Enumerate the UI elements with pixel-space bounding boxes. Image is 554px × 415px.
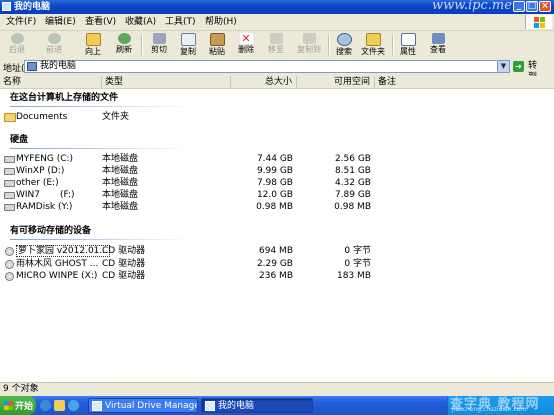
- column-total-size[interactable]: 总大小: [230, 76, 297, 88]
- copy-to-button[interactable]: 复制到: [292, 32, 326, 57]
- taskbar: 开始 Virtual Drive Manager ... 我的电脑 查字典 教程…: [0, 396, 554, 415]
- start-button[interactable]: 开始: [0, 396, 36, 415]
- refresh-icon: [117, 33, 131, 44]
- toolbar: 后退 前进 向上 刷新 剪切 复制 粘贴 ✕ 删除 移至 复制到 搜索 文件夹 …: [0, 31, 554, 59]
- scissors-icon: [152, 33, 166, 44]
- copy-to-icon: [302, 33, 316, 44]
- list-item[interactable]: MICRO WINPE (X:) CD 驱动器 236 MB 183 MB: [0, 271, 554, 282]
- taskbar-item-virtual-drive-manager[interactable]: Virtual Drive Manager ...: [88, 398, 198, 413]
- menu-favorites[interactable]: 收藏(A): [125, 16, 156, 28]
- list-item[interactable]: MYFENG (C:) 本地磁盘 7.44 GB 2.56 GB: [0, 154, 554, 165]
- list-item[interactable]: WIN7 (F:) 本地磁盘 12.0 GB 7.89 GB: [0, 190, 554, 201]
- title-bar[interactable]: 我的电脑 www.ipc.me _ □ ×: [0, 0, 554, 14]
- toolbar-separator: [141, 35, 143, 55]
- window-title: 我的电脑: [14, 2, 51, 12]
- maximize-button[interactable]: □: [526, 1, 538, 12]
- list-item[interactable]: Documents 文件夹: [0, 112, 554, 123]
- folder-up-icon: [85, 33, 101, 46]
- tray-watermark-url: jiaocheng.chazidian.com: [452, 406, 527, 413]
- hard-drive-icon: [4, 180, 15, 187]
- clipboard-icon: [209, 33, 225, 46]
- toolbar-separator: [392, 35, 394, 55]
- menu-view[interactable]: 查看(V): [85, 16, 116, 28]
- menu-edit[interactable]: 编辑(E): [45, 16, 76, 28]
- cd-drive-icon: [5, 247, 14, 256]
- menu-bar: 文件(F) 编辑(E) 查看(V) 收藏(A) 工具(T) 帮助(H): [0, 14, 554, 31]
- column-header: 名称 类型 总大小 可用空间 备注: [0, 76, 554, 89]
- forward-button[interactable]: 前进: [40, 32, 68, 57]
- menu-file[interactable]: 文件(F): [6, 16, 36, 28]
- windows-logo-icon: [525, 15, 552, 29]
- paste-button[interactable]: 粘贴: [203, 32, 231, 57]
- properties-button[interactable]: 属性: [396, 32, 420, 57]
- folders-button[interactable]: 文件夹: [358, 32, 388, 57]
- cd-drive-icon: [5, 272, 14, 281]
- views-grid-icon: [431, 33, 445, 44]
- hard-drive-icon: [4, 156, 15, 163]
- delete-x-icon: ✕: [239, 32, 253, 45]
- folder-icon: [4, 113, 16, 122]
- copy-icon: [180, 33, 196, 46]
- file-list: 在这台计算机上存储的文件 Documents 文件夹 硬盘 MYFENG (C:…: [0, 89, 554, 382]
- hard-drive-icon: [4, 192, 15, 199]
- my-computer-icon: [2, 2, 11, 11]
- taskbar-item-my-computer[interactable]: 我的电脑: [201, 398, 313, 413]
- watermark: www.ipc.me: [432, 0, 512, 13]
- group-divider: [10, 148, 190, 149]
- back-arrow-icon: [10, 33, 24, 44]
- column-name[interactable]: 名称: [0, 76, 102, 88]
- toolbar-separator: [328, 35, 330, 55]
- address-bar: 地址(D) 我的电脑 ▼ ➜ 转到: [0, 58, 554, 82]
- group-divider: [10, 106, 190, 107]
- search-button[interactable]: 搜索: [332, 32, 356, 57]
- cut-button[interactable]: 剪切: [145, 32, 173, 57]
- media-icon[interactable]: [68, 400, 79, 411]
- list-item[interactable]: 萝卜家园 v2012.01... CD 驱动器 694 MB 0 字节: [0, 245, 554, 257]
- list-item[interactable]: other (E:) 本地磁盘 7.98 GB 4.32 GB: [0, 178, 554, 189]
- list-item[interactable]: 雨林木风 GHOST ... CD 驱动器 2.29 GB 0 字节: [0, 259, 554, 270]
- windows-logo-icon: [4, 401, 13, 410]
- back-button[interactable]: 后退: [3, 32, 31, 57]
- column-comments[interactable]: 备注: [375, 76, 554, 88]
- delete-button[interactable]: ✕ 删除: [232, 32, 260, 57]
- list-item[interactable]: WinXP (D:) 本地磁盘 9.99 GB 8.51 GB: [0, 166, 554, 177]
- refresh-button[interactable]: 刷新: [110, 32, 138, 57]
- column-free-space[interactable]: 可用空间: [297, 76, 375, 88]
- search-icon: [336, 33, 352, 46]
- folder-icon[interactable]: [54, 400, 65, 411]
- status-text: 9 个对象: [3, 384, 39, 394]
- move-to-button[interactable]: 移至: [262, 32, 290, 57]
- go-arrow-icon: ➜: [513, 61, 524, 72]
- list-item[interactable]: RAMDisk (Y:) 本地磁盘 0.98 MB 0.98 MB: [0, 202, 554, 213]
- minimize-button[interactable]: _: [513, 1, 525, 12]
- menu-tools[interactable]: 工具(T): [165, 16, 196, 28]
- menu-help[interactable]: 帮助(H): [205, 16, 237, 28]
- group-divider: [10, 239, 190, 240]
- copy-button[interactable]: 复制: [174, 32, 202, 57]
- hard-drive-icon: [4, 168, 15, 175]
- address-input[interactable]: 我的电脑 ▼: [24, 60, 510, 73]
- move-to-icon: [269, 33, 283, 44]
- folder-icon: [365, 33, 381, 46]
- my-computer-icon: [205, 401, 215, 411]
- group-header-removable-devices: 有可移动存储的设备: [10, 226, 92, 236]
- chevron-down-icon[interactable]: ▼: [497, 61, 509, 72]
- up-button[interactable]: 向上: [79, 32, 107, 57]
- views-button[interactable]: 查看: [425, 32, 451, 57]
- forward-arrow-icon: [47, 33, 61, 44]
- app-window-icon: [92, 401, 102, 411]
- group-header-stored-files: 在这台计算机上存储的文件: [10, 93, 119, 103]
- properties-icon: [400, 33, 416, 46]
- my-computer-icon: [27, 62, 37, 71]
- close-button[interactable]: ×: [539, 1, 551, 12]
- hard-drive-icon: [4, 204, 15, 211]
- ie-icon[interactable]: [40, 400, 51, 411]
- address-value: 我的电脑: [40, 61, 77, 71]
- group-header-hard-disks: 硬盘: [10, 135, 29, 145]
- cd-drive-icon: [5, 260, 14, 269]
- system-tray: 查字典 教程网 jiaocheng.chazidian.com: [447, 396, 554, 415]
